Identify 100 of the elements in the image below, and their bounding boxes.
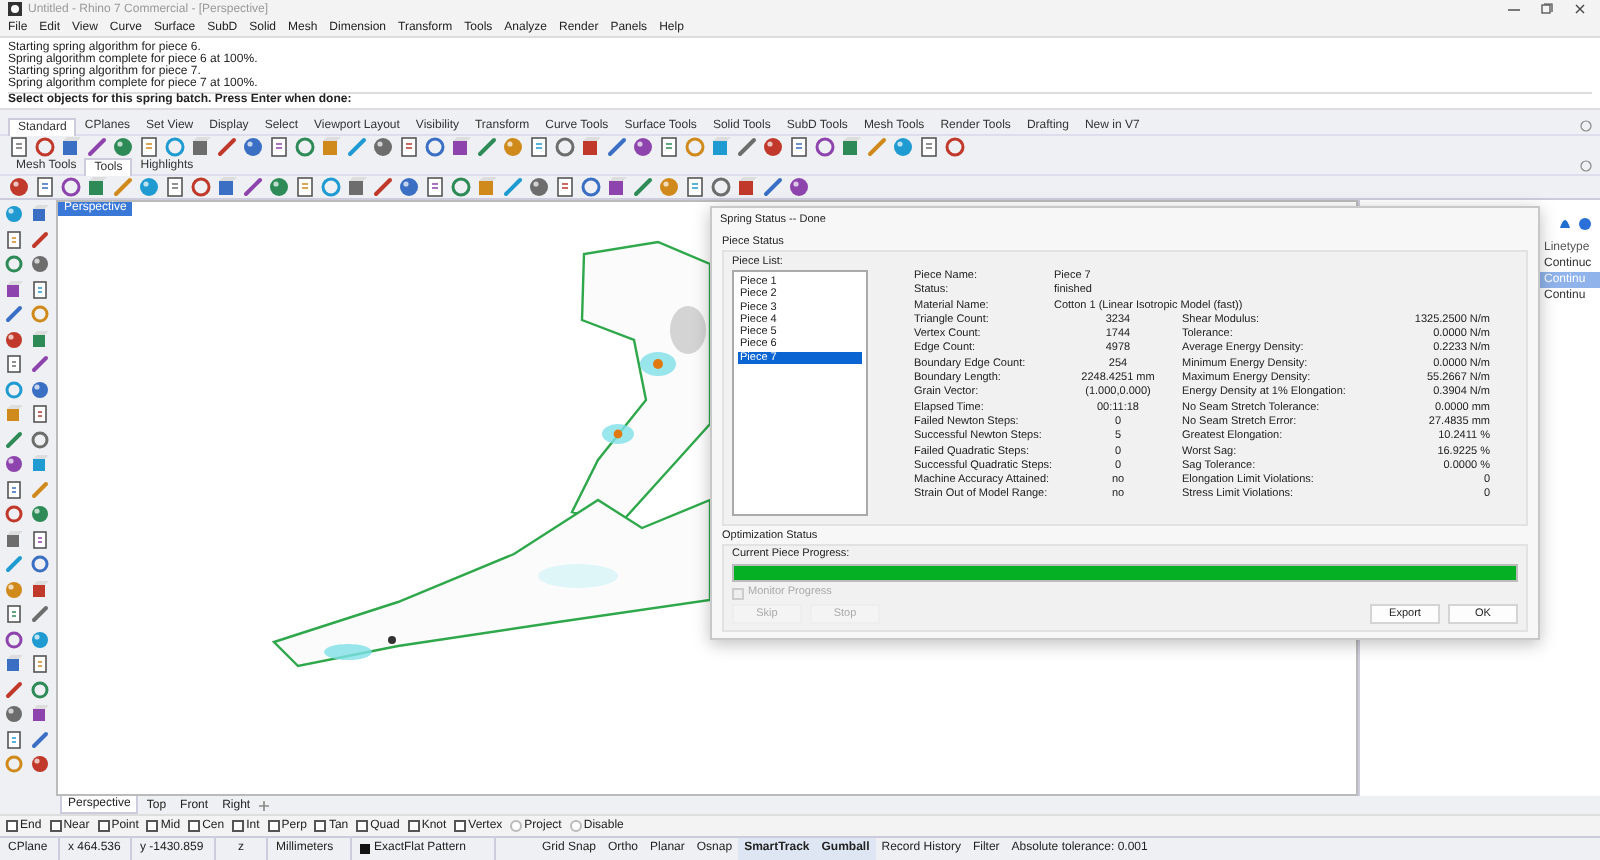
sphere-icon[interactable] <box>4 579 24 599</box>
cube-icon[interactable] <box>840 136 862 158</box>
pen-icon[interactable] <box>216 136 238 158</box>
sphere-icon[interactable] <box>8 176 30 198</box>
pen-icon[interactable] <box>4 679 24 699</box>
checkbox[interactable] <box>314 820 327 832</box>
page-icon[interactable] <box>30 279 50 299</box>
ring-icon[interactable] <box>814 136 836 158</box>
pen-icon[interactable] <box>242 176 264 198</box>
sphere-icon[interactable] <box>4 329 24 349</box>
cube-icon[interactable] <box>190 136 212 158</box>
ring-icon[interactable] <box>30 429 50 449</box>
cube-icon[interactable] <box>216 176 238 198</box>
ring-icon[interactable] <box>60 176 82 198</box>
pen-icon[interactable] <box>4 554 24 574</box>
pen-icon[interactable] <box>30 229 50 249</box>
page-icon[interactable] <box>554 176 576 198</box>
cube-icon[interactable] <box>30 704 50 724</box>
cube-icon[interactable] <box>736 176 758 198</box>
pen-icon[interactable] <box>762 176 784 198</box>
page-icon[interactable] <box>788 136 810 158</box>
pen-icon[interactable] <box>476 136 498 158</box>
page-icon[interactable] <box>8 136 30 158</box>
pen-icon[interactable] <box>30 354 50 374</box>
checkbox[interactable] <box>267 820 280 832</box>
checkbox[interactable] <box>356 820 369 832</box>
page-icon[interactable] <box>528 136 550 158</box>
cube-icon[interactable] <box>606 176 628 198</box>
pen-icon[interactable] <box>866 136 888 158</box>
pen-icon[interactable] <box>30 604 50 624</box>
ring-icon[interactable] <box>164 136 186 158</box>
page-icon[interactable] <box>30 404 50 424</box>
ring-icon[interactable] <box>4 629 24 649</box>
ring-icon[interactable] <box>4 754 24 774</box>
cube-icon[interactable] <box>580 136 602 158</box>
sphere-icon[interactable] <box>372 136 394 158</box>
page-icon[interactable] <box>268 136 290 158</box>
cube-icon[interactable] <box>4 279 24 299</box>
cube-icon[interactable] <box>4 529 24 549</box>
ring-icon[interactable] <box>4 379 24 399</box>
ring-icon[interactable] <box>30 304 50 324</box>
pen-icon[interactable] <box>502 176 524 198</box>
pen-icon[interactable] <box>4 304 24 324</box>
cube-icon[interactable] <box>710 136 732 158</box>
cube-icon[interactable] <box>4 654 24 674</box>
sphere-icon[interactable] <box>398 176 420 198</box>
ring-icon[interactable] <box>294 136 316 158</box>
checkbox[interactable] <box>146 820 159 832</box>
cube-icon[interactable] <box>450 136 472 158</box>
sphere-icon[interactable] <box>30 629 50 649</box>
sphere-icon[interactable] <box>30 754 50 774</box>
cube-icon[interactable] <box>30 329 50 349</box>
page-icon[interactable] <box>424 176 446 198</box>
page-icon[interactable] <box>4 729 24 749</box>
ring-icon[interactable] <box>30 679 50 699</box>
radio-button[interactable] <box>510 820 523 832</box>
cube-icon[interactable] <box>4 404 24 424</box>
ring-icon[interactable] <box>944 136 966 158</box>
ring-icon[interactable] <box>580 176 602 198</box>
checkbox[interactable] <box>454 820 467 832</box>
page-icon[interactable] <box>294 176 316 198</box>
cube-icon[interactable] <box>346 176 368 198</box>
page-icon[interactable] <box>658 136 680 158</box>
ring-icon[interactable] <box>450 176 472 198</box>
options-icon[interactable] <box>1580 120 1592 132</box>
options-icon[interactable] <box>1580 160 1592 172</box>
page-icon[interactable] <box>4 229 24 249</box>
add-icon[interactable] <box>258 799 271 811</box>
checkbox[interactable] <box>188 820 201 832</box>
cube-icon[interactable] <box>476 176 498 198</box>
checkbox[interactable] <box>97 820 110 832</box>
page-icon[interactable] <box>138 136 160 158</box>
sphere-icon[interactable] <box>268 176 290 198</box>
pen-icon[interactable] <box>30 729 50 749</box>
ring-icon[interactable] <box>4 504 24 524</box>
cube-icon[interactable] <box>86 176 108 198</box>
ring-icon[interactable] <box>190 176 212 198</box>
page-icon[interactable] <box>4 354 24 374</box>
page-icon[interactable] <box>30 654 50 674</box>
bell-icon[interactable] <box>1558 216 1572 232</box>
checkbox[interactable] <box>232 820 245 832</box>
ring-icon[interactable] <box>424 136 446 158</box>
pen-icon[interactable] <box>86 136 108 158</box>
page-icon[interactable] <box>34 176 56 198</box>
pen-icon[interactable] <box>632 176 654 198</box>
page-icon[interactable] <box>918 136 940 158</box>
pen-icon[interactable] <box>4 429 24 449</box>
cube-icon[interactable] <box>30 454 50 474</box>
page-icon[interactable] <box>684 176 706 198</box>
page-icon[interactable] <box>398 136 420 158</box>
page-icon[interactable] <box>30 529 50 549</box>
sphere-icon[interactable] <box>242 136 264 158</box>
radio-button[interactable] <box>569 820 582 832</box>
ring-icon[interactable] <box>710 176 732 198</box>
sphere-icon[interactable] <box>112 136 134 158</box>
cube-icon[interactable] <box>320 136 342 158</box>
ring-icon[interactable] <box>320 176 342 198</box>
pen-icon[interactable] <box>30 479 50 499</box>
sphere-icon[interactable] <box>30 379 50 399</box>
sphere-icon[interactable] <box>30 504 50 524</box>
